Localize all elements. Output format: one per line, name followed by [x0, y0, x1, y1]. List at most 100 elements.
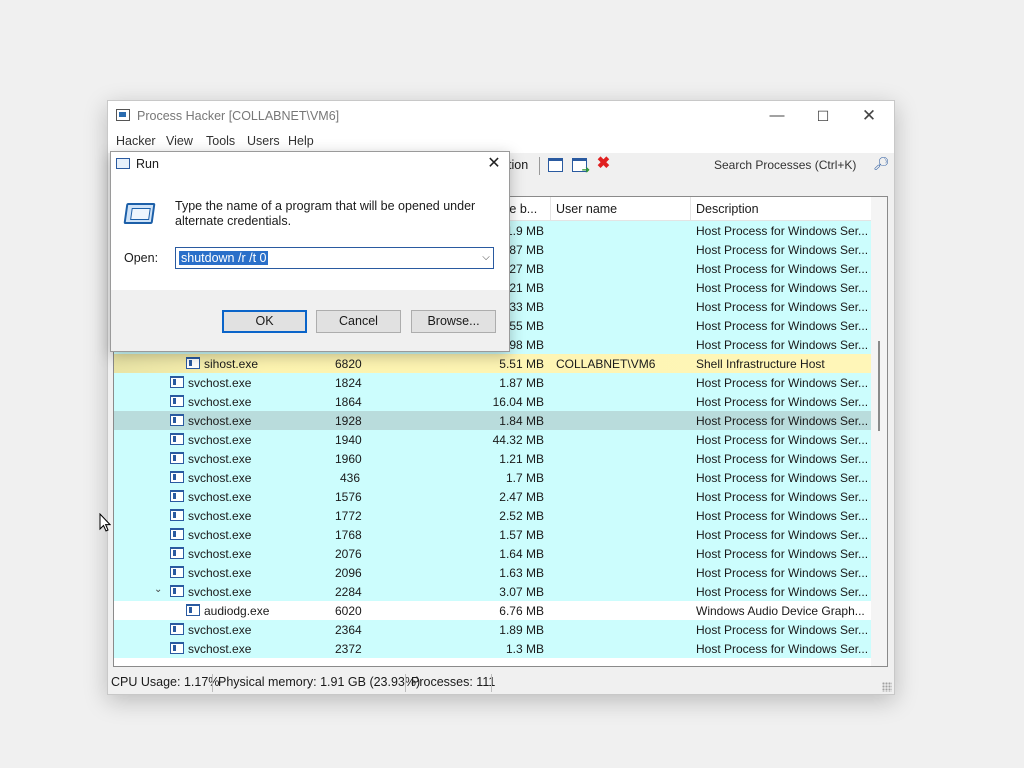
run-dialog-body: Run ✕ Type the name of a program that wi…: [111, 152, 509, 290]
cancel-button[interactable]: Cancel: [316, 310, 401, 333]
title-bar[interactable]: Process Hacker [COLLABNET\VM6] — ☐ ✕: [108, 101, 894, 131]
resize-grip-icon[interactable]: [882, 682, 892, 692]
process-description: Host Process for Windows Ser...: [696, 509, 869, 523]
process-description: Host Process for Windows Ser...: [696, 338, 869, 352]
process-name: svchost.exe: [188, 490, 252, 504]
process-description: Host Process for Windows Ser...: [696, 281, 869, 295]
process-row[interactable]: svchost.exe 2364 1.89 MB Host Process for W…: [114, 620, 871, 639]
status-divider: [405, 674, 406, 692]
process-icon: [170, 376, 184, 388]
toolbar-find-handles-button[interactable]: tion: [508, 158, 528, 172]
column-description[interactable]: Description: [696, 202, 759, 216]
process-description: Host Process for Windows Ser...: [696, 433, 869, 447]
column-divider[interactable]: [690, 197, 691, 220]
open-command-combobox[interactable]: shutdown /r /t 0 ⌵: [175, 247, 494, 269]
process-icon: [170, 642, 184, 654]
process-row[interactable]: sihost.exe 6820 5.51 MB COLLABNET\VM6 Shell …: [114, 354, 871, 373]
search-input[interactable]: Search Processes (Ctrl+K) 🔎︎: [713, 155, 890, 175]
process-row[interactable]: svchost.exe 1768 1.57 MB Host Process for W…: [114, 525, 871, 544]
run-prompt-text: Type the name of a program that will be …: [175, 199, 476, 228]
menu-tools[interactable]: Tools: [206, 134, 235, 148]
status-divider: [491, 674, 492, 692]
process-row[interactable]: svchost.exe 1576 2.47 MB Host Process for W…: [114, 487, 871, 506]
menu-help[interactable]: Help: [288, 134, 314, 148]
process-private-bytes: 2.52 MB: [499, 509, 544, 523]
mouse-cursor-icon: [99, 513, 111, 532]
process-description: Host Process for Windows Ser...: [696, 547, 869, 561]
process-icon: [170, 414, 184, 426]
process-name: svchost.exe: [188, 376, 252, 390]
process-row[interactable]: svchost.exe 1928 1.84 MB Host Process for W…: [114, 411, 871, 430]
process-row[interactable]: svchost.exe 1772 2.52 MB Host Process for W…: [114, 506, 871, 525]
process-pid: 2096: [335, 566, 362, 580]
process-private-bytes: 1.84 MB: [499, 414, 544, 428]
process-description: Host Process for Windows Ser...: [696, 528, 869, 542]
process-description: Host Process for Windows Ser...: [696, 642, 869, 656]
process-row[interactable]: ⌄ svchost.exe 2284 3.07 MB Host Process for …: [114, 582, 871, 601]
process-name: svchost.exe: [188, 528, 252, 542]
process-pid: 2372: [335, 642, 362, 656]
search-icon[interactable]: 🔎︎: [873, 156, 890, 171]
process-icon: [170, 528, 184, 540]
process-pid: 6820: [335, 357, 362, 371]
process-icon: [170, 585, 184, 597]
column-divider[interactable]: [550, 197, 551, 220]
status-physical-memory: Physical memory: 1.91 GB (23.93%): [218, 675, 421, 689]
window-icon[interactable]: [548, 158, 563, 172]
process-description: Host Process for Windows Ser...: [696, 319, 869, 333]
process-name: svchost.exe: [188, 547, 252, 561]
process-private-bytes: 1.87 MB: [499, 376, 544, 390]
process-description: Host Process for Windows Ser...: [696, 471, 869, 485]
process-name: audiodg.exe: [204, 604, 270, 618]
process-pid: 6020: [335, 604, 362, 618]
process-description: Host Process for Windows Ser...: [696, 490, 869, 504]
process-name: svchost.exe: [188, 395, 252, 409]
process-private-bytes: 1.63 MB: [499, 566, 544, 580]
terminate-icon[interactable]: ✖: [596, 156, 611, 172]
run-dialog: Run ✕ Type the name of a program that wi…: [110, 151, 510, 352]
process-row[interactable]: svchost.exe 436 1.7 MB Host Process for Win…: [114, 468, 871, 487]
process-row[interactable]: audiodg.exe 6020 6.76 MB Windows Audio Devi…: [114, 601, 871, 620]
vertical-scrollbar[interactable]: [871, 197, 887, 666]
run-dialog-title: Run: [136, 157, 159, 171]
run-close-button[interactable]: ✕: [484, 154, 504, 174]
process-pid: 1768: [335, 528, 362, 542]
chevron-down-icon[interactable]: ⌄: [154, 584, 162, 595]
maximize-button[interactable]: ☐: [800, 101, 846, 131]
process-row[interactable]: svchost.exe 2372 1.3 MB Host Process for Wi…: [114, 639, 871, 658]
process-icon: [170, 452, 184, 464]
show-window-icon[interactable]: [572, 158, 590, 176]
menu-view[interactable]: View: [166, 134, 193, 148]
process-row[interactable]: svchost.exe 1960 1.21 MB Host Process for W…: [114, 449, 871, 468]
scrollbar-thumb[interactable]: [878, 341, 880, 431]
process-row[interactable]: svchost.exe 2096 1.63 MB Host Process for W…: [114, 563, 871, 582]
browse-button[interactable]: Browse...: [411, 310, 496, 333]
process-description: Host Process for Windows Ser...: [696, 262, 869, 276]
ok-button[interactable]: OK: [222, 310, 307, 333]
process-description: Windows Audio Device Graph...: [696, 604, 865, 618]
open-command-input[interactable]: shutdown /r /t 0: [179, 251, 269, 265]
process-icon: [186, 604, 200, 616]
process-row[interactable]: svchost.exe 1940 44.32 MB Host Process for …: [114, 430, 871, 449]
run-program-icon: [123, 203, 156, 224]
menu-hacker[interactable]: Hacker: [116, 134, 156, 148]
chevron-down-icon[interactable]: ⌵: [479, 249, 493, 267]
process-description: Host Process for Windows Ser...: [696, 376, 869, 390]
process-pid: 1576: [335, 490, 362, 504]
process-row[interactable]: svchost.exe 1864 16.04 MB Host Process for …: [114, 392, 871, 411]
close-button[interactable]: ✕: [846, 101, 892, 131]
process-name: svchost.exe: [188, 642, 252, 656]
process-row[interactable]: svchost.exe 1824 1.87 MB Host Process for W…: [114, 373, 871, 392]
minimize-button[interactable]: —: [754, 101, 800, 131]
process-pid: 1928: [335, 414, 362, 428]
process-pid: 1864: [335, 395, 362, 409]
menu-users[interactable]: Users: [247, 134, 280, 148]
process-icon: [170, 433, 184, 445]
process-row[interactable]: svchost.exe 2076 1.64 MB Host Process for W…: [114, 544, 871, 563]
process-description: Host Process for Windows Ser...: [696, 623, 869, 637]
column-user-name[interactable]: User name: [556, 202, 617, 216]
process-pid: 1940: [335, 433, 362, 447]
process-private-bytes: 1.64 MB: [499, 547, 544, 561]
process-private-bytes: 1.3 MB: [505, 642, 544, 656]
process-description: Host Process for Windows Ser...: [696, 585, 869, 599]
